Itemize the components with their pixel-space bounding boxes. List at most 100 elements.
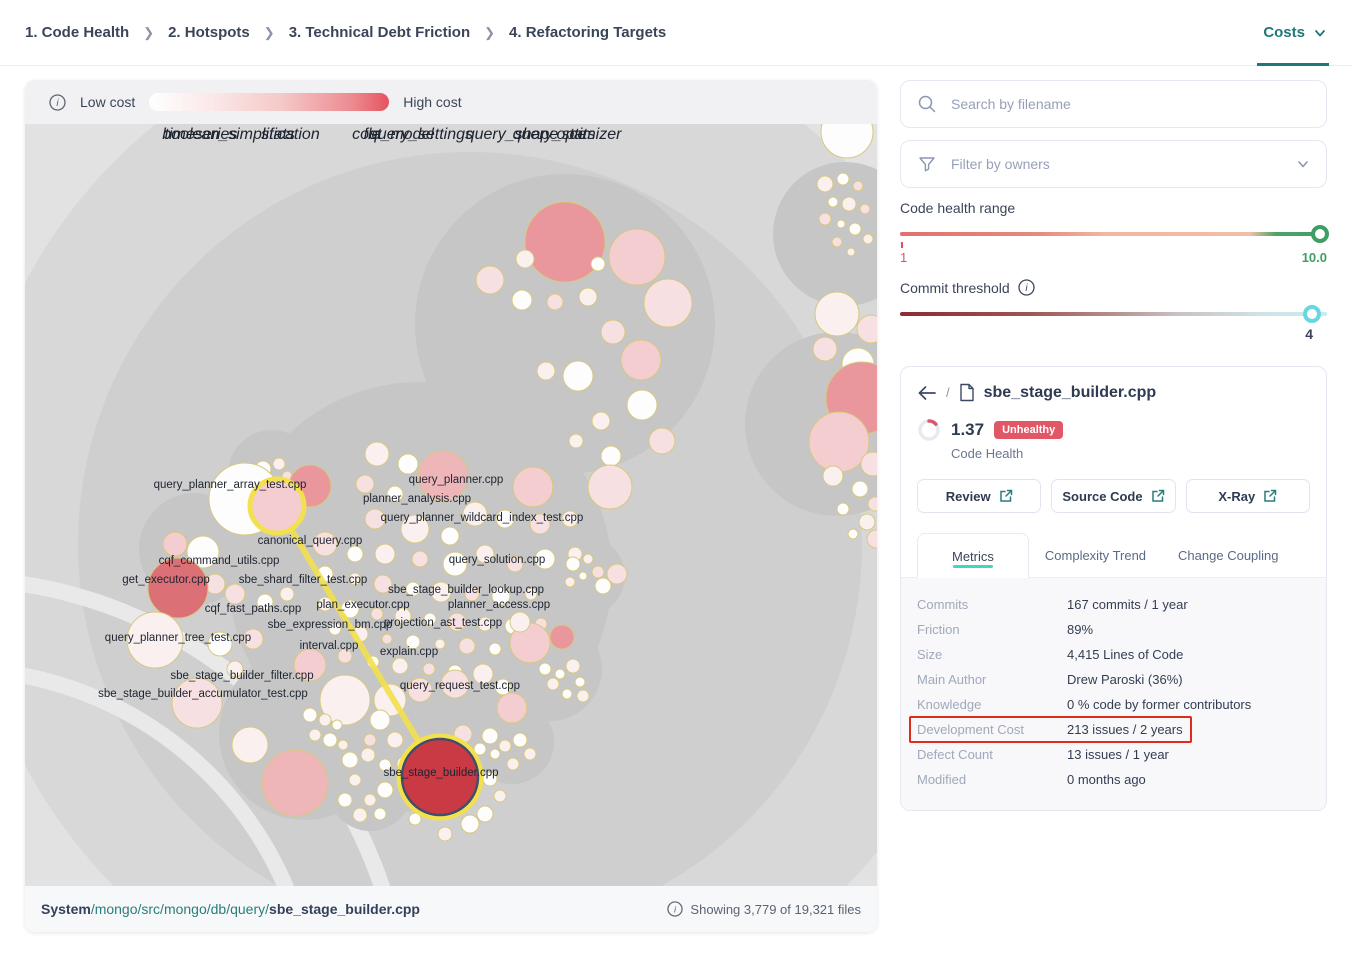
breadcrumb-item[interactable]: 4. Refactoring Targets (509, 24, 666, 41)
file-bubble[interactable] (579, 572, 587, 580)
file-bubble[interactable] (832, 237, 842, 247)
file-bubble[interactable] (148, 558, 208, 618)
file-bubble[interactable] (837, 220, 845, 228)
file-bubble[interactable] (438, 827, 452, 841)
x-ray-button[interactable]: X-Ray (1186, 479, 1310, 513)
file-bubble[interactable] (823, 466, 843, 486)
back-arrow-icon[interactable] (917, 385, 937, 401)
file-bubble[interactable] (323, 733, 337, 747)
file-bubble[interactable] (563, 361, 593, 391)
file-bubble[interactable] (592, 412, 610, 430)
file-bubble[interactable] (364, 734, 376, 746)
file-bubble[interactable] (398, 454, 418, 474)
file-bubble[interactable] (510, 612, 530, 632)
owners-filter-dropdown[interactable]: Filter by owners (900, 140, 1327, 188)
info-icon[interactable]: i (667, 901, 683, 917)
file-bubble[interactable] (392, 658, 408, 674)
file-bubble[interactable] (477, 806, 493, 822)
file-bubble[interactable] (579, 288, 597, 306)
file-bubble[interactable] (627, 390, 657, 420)
file-bubble[interactable] (547, 678, 559, 690)
file-bubble[interactable] (595, 578, 611, 594)
tab-metrics[interactable]: Metrics (917, 533, 1029, 578)
file-bubble[interactable] (423, 663, 435, 675)
tab-change-coupling[interactable]: Change Coupling (1162, 533, 1294, 577)
file-bubble[interactable] (566, 659, 580, 673)
file-bubble[interactable] (507, 758, 519, 770)
file-bubble[interactable] (361, 748, 375, 762)
file-bubble[interactable] (562, 689, 572, 699)
file-bubble[interactable] (497, 693, 527, 723)
file-bubble[interactable] (374, 808, 386, 820)
file-bubble[interactable] (842, 197, 856, 211)
file-bubble[interactable] (370, 710, 390, 730)
file-bubble[interactable] (837, 503, 849, 515)
file-bubble[interactable] (163, 532, 187, 556)
file-bubble[interactable] (609, 229, 665, 285)
commit-threshold-track[interactable] (900, 312, 1327, 316)
file-bubble[interactable] (537, 362, 555, 380)
code-health-range-slider[interactable] (900, 226, 1327, 242)
file-bubble[interactable] (319, 714, 331, 726)
file-bubble[interactable] (303, 708, 317, 722)
file-bubble[interactable] (852, 481, 868, 497)
file-bubble[interactable] (476, 266, 504, 294)
code-health-handle[interactable] (1311, 225, 1329, 243)
file-bubble[interactable] (382, 634, 392, 644)
commit-threshold-handle[interactable] (1303, 305, 1321, 323)
file-bubble[interactable] (349, 774, 361, 786)
search-box[interactable] (900, 80, 1327, 128)
view-selector-costs[interactable]: Costs (1263, 0, 1327, 65)
file-bubble[interactable] (644, 279, 692, 327)
file-bubble[interactable] (262, 750, 328, 816)
file-bubble[interactable] (273, 458, 285, 470)
file-bubble[interactable] (848, 529, 858, 539)
file-bubble[interactable] (494, 790, 506, 802)
selected-file-path[interactable]: System/mongo/src/mongo/db/query/sbe_stag… (41, 901, 420, 917)
file-bubble[interactable] (309, 729, 321, 741)
file-bubble[interactable] (338, 793, 352, 807)
file-bubble[interactable] (849, 223, 861, 235)
file-bubble[interactable] (512, 290, 532, 310)
file-bubble[interactable] (375, 544, 395, 564)
file-bubble[interactable] (482, 728, 498, 744)
file-bubble[interactable] (513, 733, 527, 747)
file-bubble[interactable] (377, 782, 393, 798)
file-bubble[interactable] (847, 248, 855, 256)
file-bubble[interactable] (490, 749, 500, 759)
file-bubble[interactable] (577, 690, 589, 702)
file-bubble[interactable] (828, 197, 838, 207)
search-input[interactable] (951, 96, 1310, 112)
file-bubble[interactable] (513, 467, 553, 507)
file-bubble[interactable] (868, 497, 877, 511)
file-bubble[interactable] (441, 527, 459, 545)
file-bubble[interactable] (588, 465, 632, 509)
file-bubble[interactable] (565, 577, 575, 587)
breadcrumb-item[interactable]: 3. Technical Debt Friction (289, 24, 470, 41)
file-bubble[interactable] (489, 643, 501, 655)
path-prefix[interactable]: System (41, 901, 91, 917)
breadcrumb-item[interactable]: 2. Hotspots (168, 24, 250, 41)
commit-threshold-slider[interactable] (900, 306, 1327, 322)
file-bubble[interactable] (819, 213, 831, 225)
file-bubble[interactable] (863, 234, 873, 244)
file-bubble[interactable] (525, 202, 605, 282)
file-bubble[interactable] (575, 677, 585, 687)
file-bubble[interactable] (592, 566, 604, 578)
info-icon[interactable]: i (49, 94, 66, 111)
file-bubble[interactable] (566, 557, 580, 571)
file-bubble[interactable] (539, 663, 551, 675)
file-bubble[interactable] (809, 412, 869, 472)
file-bubble[interactable] (815, 292, 859, 336)
file-bubble[interactable] (550, 625, 574, 649)
review-button[interactable]: Review (917, 479, 1041, 513)
file-bubble[interactable] (387, 732, 403, 748)
breadcrumb-item[interactable]: 1. Code Health (25, 24, 129, 41)
file-bubble[interactable] (412, 551, 428, 567)
file-bubble[interactable] (499, 740, 511, 752)
file-bubble[interactable] (837, 173, 849, 185)
file-bubble[interactable] (547, 294, 563, 310)
file-bubble[interactable] (232, 727, 268, 763)
file-bubble[interactable] (555, 669, 565, 679)
file-bubble[interactable] (583, 554, 593, 564)
